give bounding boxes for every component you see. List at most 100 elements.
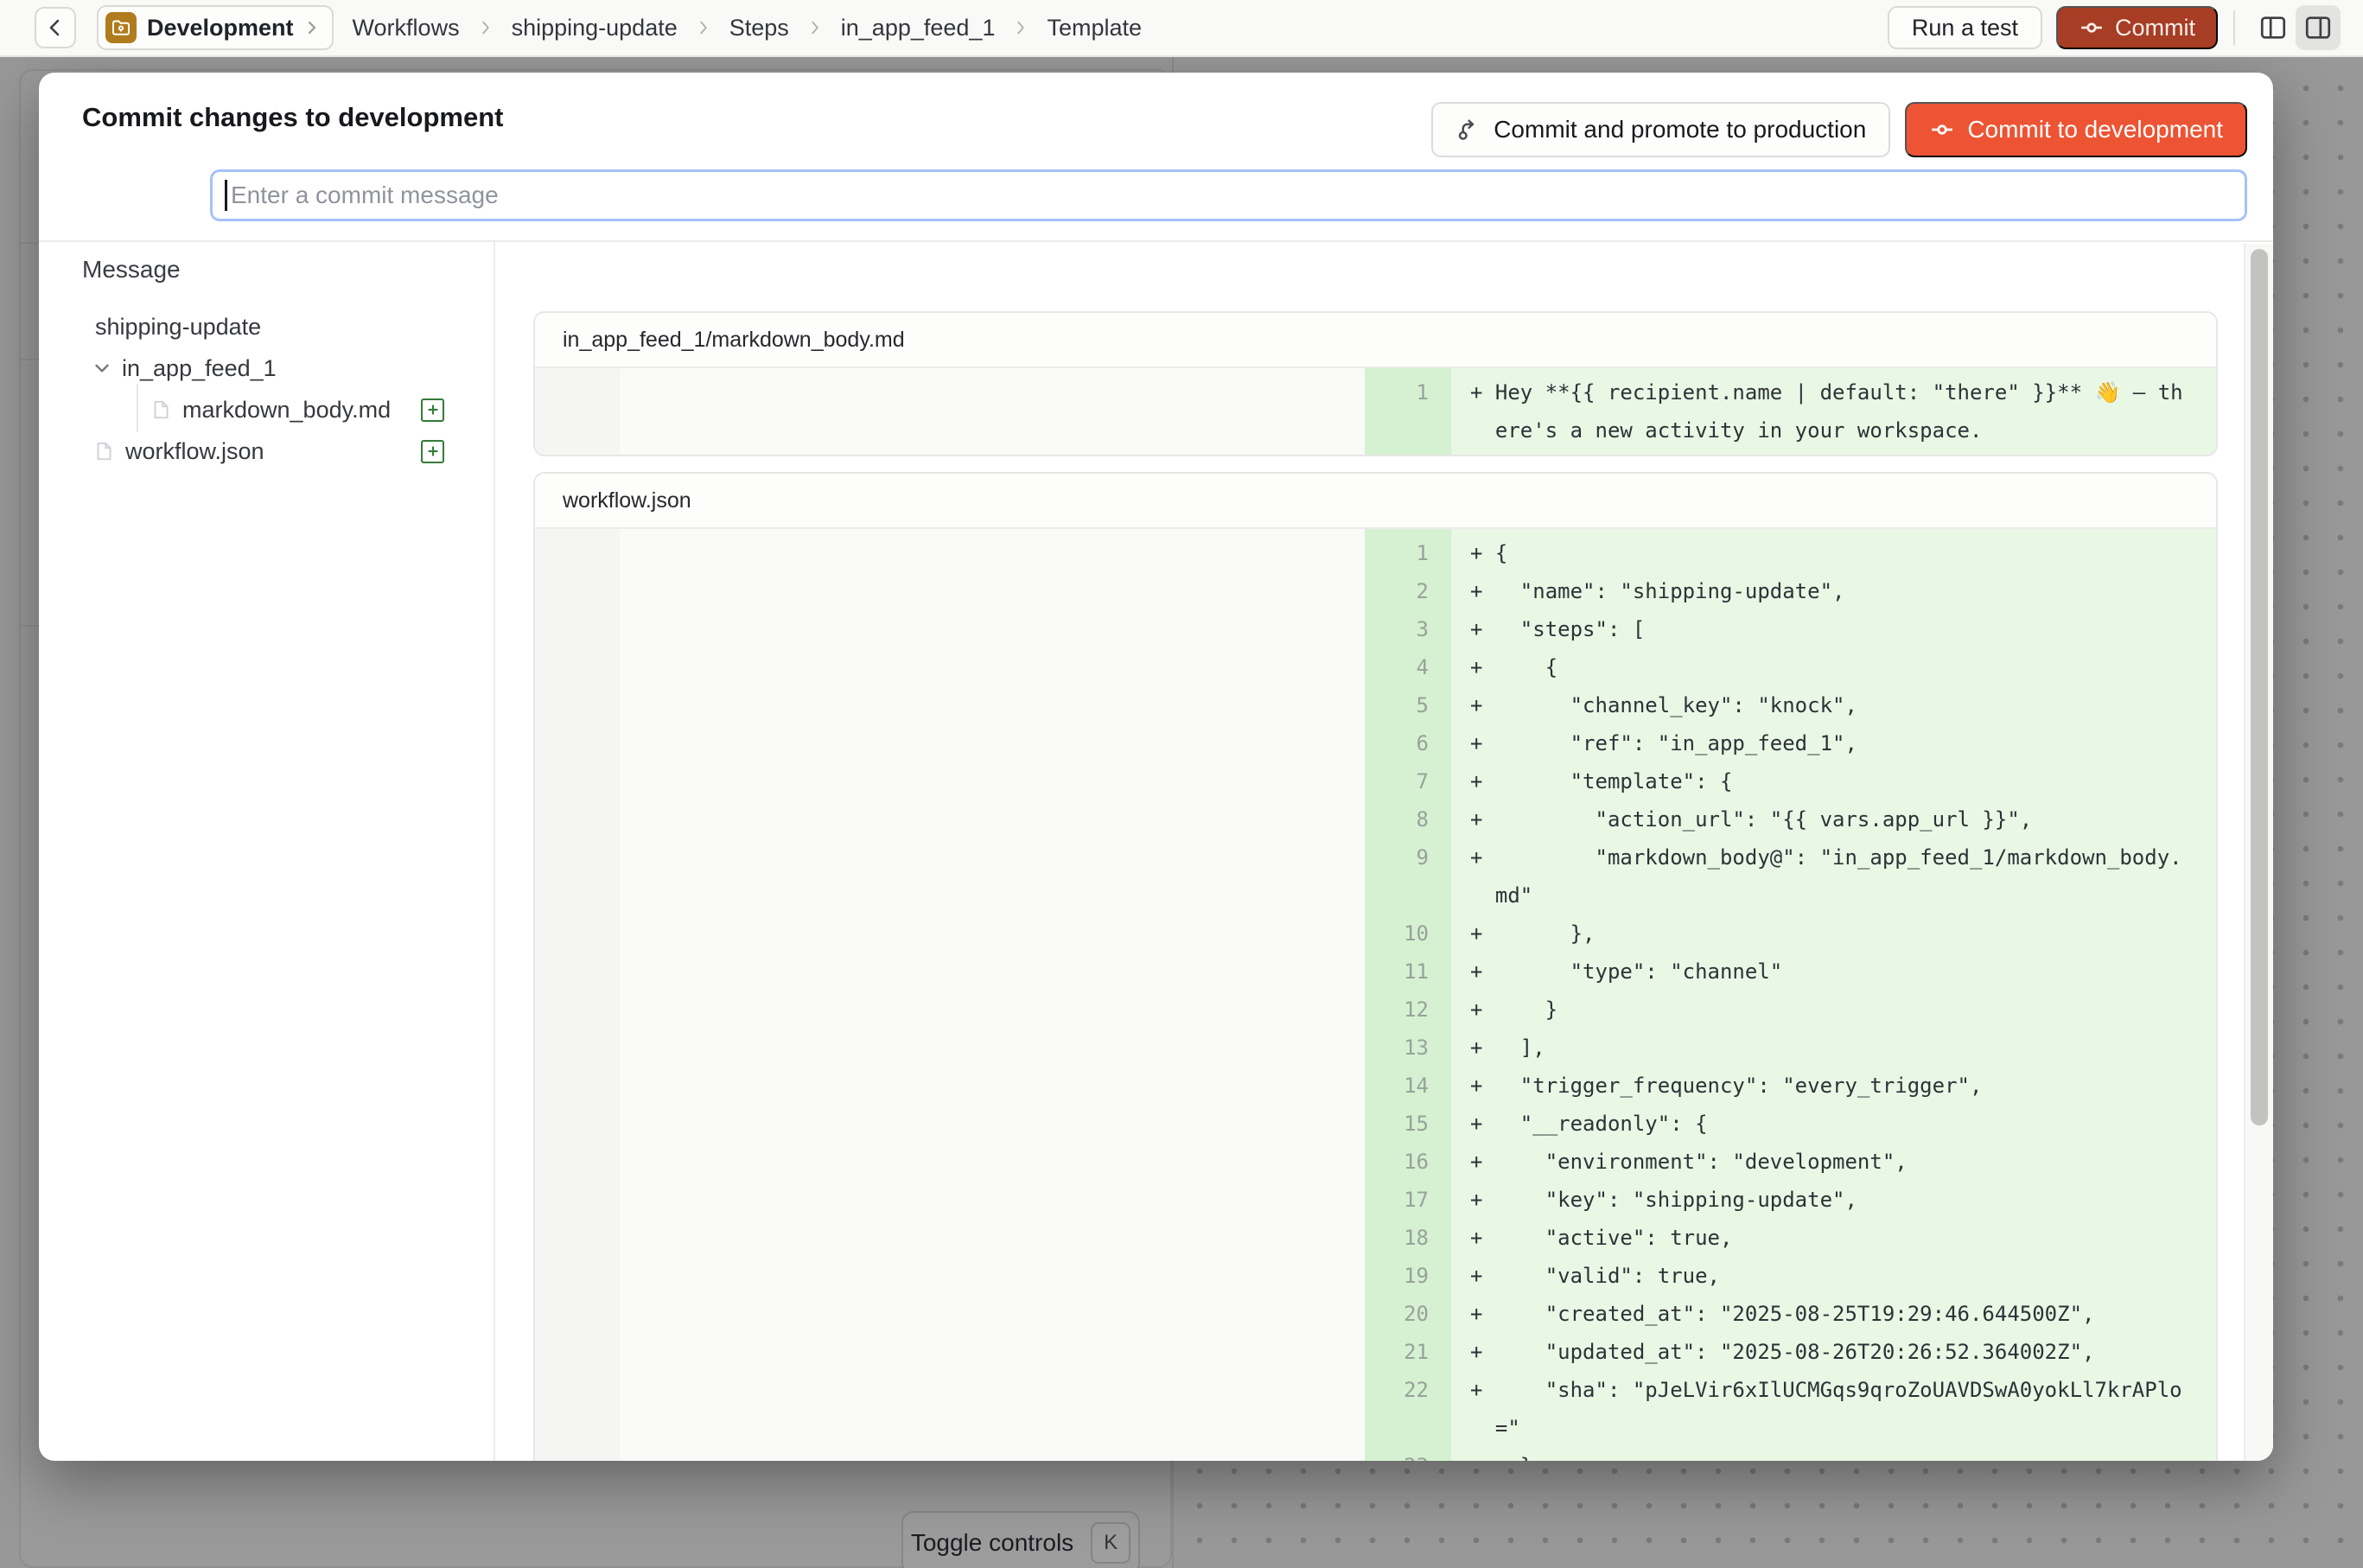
tree-item-label: markdown_body.md — [182, 397, 391, 424]
diff-line-code: + "trigger_frequency": "every_trigger", — [1451, 1067, 1982, 1105]
diff-line-number: 16 — [1365, 1143, 1451, 1181]
diff-line: 7+ "template": { — [535, 762, 2216, 800]
promote-branch-icon — [1455, 117, 1481, 143]
diff-line-number: 14 — [1365, 1067, 1451, 1105]
diff-body: 1+ {2+ "name": "shipping-update",3+ "ste… — [535, 529, 2216, 1461]
file-icon — [92, 440, 115, 462]
diff-line-code: + "updated_at": "2025-08-26T20:26:52.364… — [1451, 1333, 2094, 1371]
diff-line: 14+ "trigger_frequency": "every_trigger"… — [535, 1067, 2216, 1105]
diff-line: 17+ "key": "shipping-update", — [535, 1181, 2216, 1219]
diff-line-number: 23 — [1365, 1447, 1451, 1461]
tree-item-file[interactable]: workflow.json — [39, 430, 494, 472]
breadcrumb-item-workflows[interactable]: Workflows — [353, 15, 460, 41]
commit-icon — [2079, 15, 2105, 41]
diff-line: 20+ "created_at": "2025-08-25T19:29:46.6… — [535, 1295, 2216, 1333]
toolbar-divider — [2233, 10, 2235, 45]
diff-line-number: 4 — [1365, 648, 1451, 686]
diff-line-number: 10 — [1365, 915, 1451, 953]
breadcrumb-item-steps[interactable]: Steps — [729, 15, 789, 41]
diff-line: ere's a new activity in your workspace. — [535, 411, 2216, 449]
commit-to-development-button[interactable]: Commit to development — [1905, 102, 2247, 157]
diff-line: 22+ "sha": "pJeLVir6xIlUCMGqs9qroZoUAVDS… — [535, 1371, 2216, 1409]
diff-line-number: 11 — [1365, 953, 1451, 991]
commit-modal: Commit changes to development Commit and… — [39, 73, 2273, 1461]
diff-line-number: 13 — [1365, 1029, 1451, 1067]
message-placeholder: Enter a commit message — [231, 182, 499, 209]
breadcrumb-item-in-app-feed-1[interactable]: in_app_feed_1 — [841, 15, 996, 41]
tree-item-label: in_app_feed_1 — [122, 355, 277, 382]
added-file-plus-icon[interactable] — [421, 398, 444, 422]
diff-line-code: md" — [1451, 876, 1532, 915]
diff-line-code: + "__readonly": { — [1451, 1105, 1708, 1143]
tree-item-workflow-root[interactable]: shipping-update — [39, 306, 494, 347]
chevron-right-icon — [304, 20, 320, 35]
diff-line-code: + "ref": "in_app_feed_1", — [1451, 724, 1857, 762]
diff-line: md" — [535, 876, 2216, 915]
panel-left-icon — [2258, 13, 2288, 42]
diff-line-code: + "valid": true, — [1451, 1257, 1720, 1295]
diff-file-name: in_app_feed_1/markdown_body.md — [535, 313, 2216, 368]
diff-line-number: 15 — [1365, 1105, 1451, 1143]
diff-line-number — [1365, 876, 1451, 915]
diff-line-code: + } — [1451, 1447, 1532, 1461]
diff-panels-area: in_app_feed_1/markdown_body.md 1+ Hey **{… — [497, 242, 2273, 1461]
diff-line-number: 17 — [1365, 1181, 1451, 1219]
diff-line: 18+ "active": true, — [535, 1219, 2216, 1257]
added-file-plus-icon[interactable] — [421, 440, 444, 463]
diff-line-code: + "key": "shipping-update", — [1451, 1181, 1857, 1219]
top-navigation-bar: Development Workflows shipping-update Step… — [0, 0, 2363, 57]
toggle-left-panel-button[interactable] — [2251, 5, 2296, 50]
text-cursor — [225, 180, 227, 211]
topbar-actions: Run a test Commit — [1888, 5, 2341, 50]
diff-scrollbar-track[interactable] — [2244, 244, 2273, 1461]
commit-icon — [1929, 117, 1955, 143]
diff-line: 12+ } — [535, 991, 2216, 1029]
diff-line-number: 8 — [1365, 800, 1451, 838]
chevron-right-icon — [477, 18, 494, 37]
plus-icon — [424, 401, 442, 418]
diff-line-code: + Hey **{{ recipient.name | default: "th… — [1451, 373, 2183, 411]
diff-line: 10+ }, — [535, 915, 2216, 953]
diff-panel: in_app_feed_1/markdown_body.md 1+ Hey **{… — [533, 311, 2218, 456]
diff-line-code: + "sha": "pJeLVir6xIlUCMGqs9qroZoUAVDSwA… — [1451, 1371, 2182, 1409]
panel-right-icon — [2303, 13, 2333, 42]
breadcrumb-item-shipping-update[interactable]: shipping-update — [512, 15, 678, 41]
diff-line-number: 9 — [1365, 838, 1451, 876]
diff-line-number — [1365, 411, 1451, 449]
diff-line: 11+ "type": "channel" — [535, 953, 2216, 991]
run-test-button[interactable]: Run a test — [1888, 6, 2042, 49]
commit-and-promote-button[interactable]: Commit and promote to production — [1431, 102, 1890, 157]
diff-line: 2+ "name": "shipping-update", — [535, 572, 2216, 610]
diff-line-code: + "markdown_body@": "in_app_feed_1/markd… — [1451, 838, 2182, 876]
environment-switcher[interactable]: Development — [97, 5, 334, 50]
diff-line-number: 21 — [1365, 1333, 1451, 1371]
toggle-right-panel-button[interactable] — [2296, 5, 2341, 50]
modal-title: Commit changes to development — [82, 102, 503, 133]
commit-to-development-label: Commit to development — [1967, 116, 2223, 143]
diff-line-number: 5 — [1365, 686, 1451, 724]
chevron-left-icon — [46, 18, 65, 37]
breadcrumb-item-template[interactable]: Template — [1047, 15, 1142, 41]
diff-line-code: + "active": true, — [1451, 1219, 1732, 1257]
breadcrumb: Workflows shipping-update Steps in_app_feed… — [353, 15, 1142, 41]
diff-line: 1+ Hey **{{ recipient.name | default: "t… — [535, 373, 2216, 411]
tree-item-file[interactable]: markdown_body.md — [39, 389, 494, 430]
diff-body: 1+ Hey **{{ recipient.name | default: "t… — [535, 368, 2216, 455]
diff-line-number: 18 — [1365, 1219, 1451, 1257]
diff-line: 8+ "action_url": "{{ vars.app_url }}", — [535, 800, 2216, 838]
tree-item-folder[interactable]: in_app_feed_1 — [39, 347, 494, 389]
plus-icon — [424, 443, 442, 460]
diff-line-number — [1365, 1409, 1451, 1447]
environment-label: Development — [147, 15, 294, 41]
commit-message-input[interactable]: Enter a commit message — [210, 169, 2247, 221]
modal-actions: Commit and promote to production Commit … — [1431, 102, 2247, 157]
commit-button[interactable]: Commit — [2056, 6, 2218, 49]
back-button[interactable] — [35, 7, 76, 48]
diff-line-number: 3 — [1365, 610, 1451, 648]
diff-line: 15+ "__readonly": { — [535, 1105, 2216, 1143]
diff-line-code: + "environment": "development", — [1451, 1143, 1908, 1181]
diff-scrollbar-thumb[interactable] — [2251, 249, 2268, 1125]
chevron-right-icon — [806, 18, 824, 37]
diff-line: 16+ "environment": "development", — [535, 1143, 2216, 1181]
diff-line-number: 7 — [1365, 762, 1451, 800]
